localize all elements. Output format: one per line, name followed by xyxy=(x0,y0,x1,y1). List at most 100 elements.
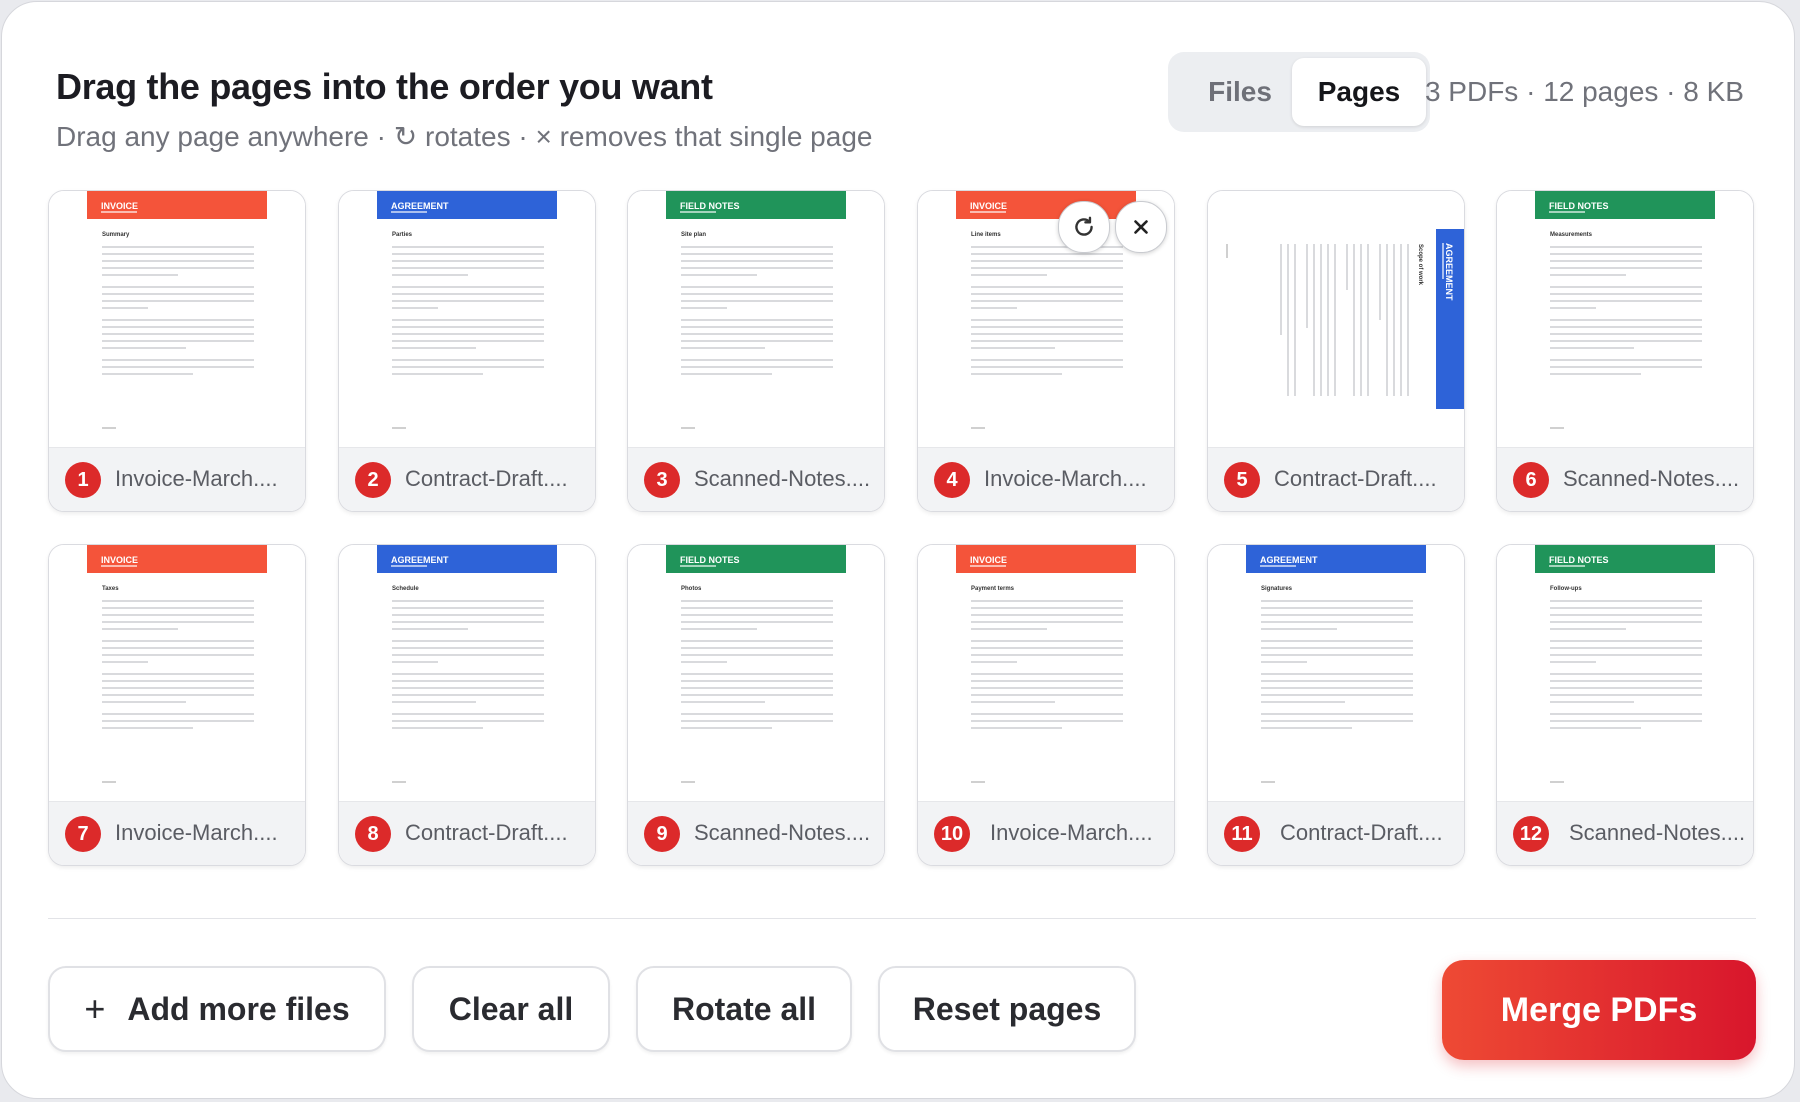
page-card[interactable]: FIELD NOTES Measurements 6 Scanned-Notes...… xyxy=(1496,190,1754,512)
doc-text-line xyxy=(681,673,833,675)
doc-type-label: FIELD NOTES xyxy=(1549,555,1609,565)
page-number-badge: 12 xyxy=(1513,816,1549,852)
page-card[interactable]: FIELD NOTES Follow-ups 12 Scanned-Notes.... xyxy=(1496,544,1754,866)
doc-text-line xyxy=(681,253,833,255)
doc-text-line xyxy=(102,347,186,349)
doc-text-line xyxy=(971,680,1123,682)
doc-text-line xyxy=(681,621,833,623)
doc-text-line xyxy=(1261,694,1413,696)
doc-text-line xyxy=(971,673,1123,675)
page-card[interactable]: FIELD NOTES Photos 9 Scanned-Notes.... xyxy=(627,544,885,866)
doc-text-line xyxy=(392,694,544,696)
merge-pdfs-button[interactable]: Merge PDFs xyxy=(1442,960,1756,1060)
doc-text-line xyxy=(392,326,544,328)
file-summary: 3 PDFs · 12 pages · 8 KB xyxy=(1424,76,1744,107)
doc-text-line xyxy=(681,694,833,696)
doc-text-lines xyxy=(971,600,1123,734)
tab-files[interactable]: Files xyxy=(1182,58,1298,126)
doc-text-line xyxy=(392,300,544,302)
page-card[interactable]: AGREEMENT Schedule 8 Contract-Draft.... xyxy=(338,544,596,866)
page-card[interactable]: AGREEMENT Signatures 11 Contract-Draft.... xyxy=(1207,544,1465,866)
doc-text-line xyxy=(392,701,476,703)
doc-type-label: AGREEMENT xyxy=(391,201,449,211)
doc-text-line xyxy=(102,727,194,729)
doc-text-line xyxy=(971,286,1123,288)
doc-text-line xyxy=(1327,244,1329,396)
doc-text-line xyxy=(681,680,833,682)
doc-text-line xyxy=(392,713,544,715)
doc-type-label: AGREEMENT xyxy=(1260,555,1318,565)
doc-text-lines xyxy=(681,600,833,734)
page-thumbnail: AGREEMENT Signatures xyxy=(1208,545,1464,801)
source-file-name: Invoice-March.... xyxy=(984,466,1147,491)
doc-text-line xyxy=(392,727,484,729)
page-card-footer: 10 Invoice-March.... xyxy=(918,801,1174,865)
add-more-files-button[interactable]: + Add more files xyxy=(48,966,386,1052)
reset-pages-button[interactable]: Reset pages xyxy=(878,966,1136,1052)
doc-text-line xyxy=(1261,654,1413,656)
tab-pages[interactable]: Pages xyxy=(1292,58,1426,126)
doc-type-label: AGREEMENT xyxy=(1444,243,1454,301)
page-card[interactable]: FIELD NOTES Site plan 3 Scanned-Notes.... xyxy=(627,190,885,512)
doc-header-band: FIELD NOTES xyxy=(1535,191,1715,219)
page-card-footer: 6 Scanned-Notes.... xyxy=(1497,447,1753,511)
doc-type-label: FIELD NOTES xyxy=(1549,201,1609,211)
clear-all-button[interactable]: Clear all xyxy=(412,966,610,1052)
doc-text-line xyxy=(1550,607,1702,609)
doc-text-line xyxy=(971,661,1017,663)
doc-page-footer xyxy=(681,781,695,783)
doc-text-line xyxy=(1550,680,1702,682)
doc-text-line xyxy=(971,260,1123,262)
doc-text-line xyxy=(1550,713,1702,715)
doc-text-lines xyxy=(102,246,254,380)
doc-type-label: FIELD NOTES xyxy=(680,201,740,211)
doc-text-line xyxy=(392,654,544,656)
doc-text-line xyxy=(102,621,254,623)
rotate-page-button[interactable] xyxy=(1058,201,1110,253)
doc-text-line xyxy=(102,720,254,722)
page-card[interactable]: INVOICE Summary 1 Invoice-March.... xyxy=(48,190,306,512)
doc-text-line xyxy=(971,687,1123,689)
doc-section-title: Taxes xyxy=(102,586,119,592)
doc-text-line xyxy=(1261,687,1413,689)
doc-type-label: INVOICE xyxy=(101,201,139,211)
doc-text-line xyxy=(1261,720,1413,722)
doc-text-line xyxy=(392,319,544,321)
doc-text-line xyxy=(971,373,1063,375)
page-preview: FIELD NOTES Site plan xyxy=(628,191,884,447)
doc-text-line xyxy=(681,267,833,269)
doc-text-line xyxy=(102,694,254,696)
page-number-badge: 6 xyxy=(1513,462,1549,498)
source-file-name: Contract-Draft.... xyxy=(405,466,568,491)
page-thumbnail: FIELD NOTES Photos xyxy=(628,545,884,801)
doc-text-line xyxy=(971,347,1055,349)
source-file-name: Invoice-March.... xyxy=(115,820,278,845)
page-card[interactable]: INVOICE Taxes 7 Invoice-March.... xyxy=(48,544,306,866)
page-card[interactable]: AGREEMENT Parties 2 Contract-Draft.... xyxy=(338,190,596,512)
page-card[interactable]: INVOICE Line items 4 Invoice-March.... xyxy=(917,190,1175,512)
doc-text-line xyxy=(392,274,468,276)
rotate-all-button[interactable]: Rotate all xyxy=(636,966,852,1052)
page-number-badge: 2 xyxy=(355,462,391,498)
doc-text-line xyxy=(681,628,757,630)
page-card[interactable]: AGREEMENT Scope of work 5 Contract-Draft...… xyxy=(1207,190,1465,512)
doc-text-lines xyxy=(1261,600,1413,734)
doc-header-band: FIELD NOTES xyxy=(666,191,846,219)
doc-text-line xyxy=(681,720,833,722)
doc-text-line xyxy=(971,614,1123,616)
doc-text-line xyxy=(1550,307,1596,309)
doc-text-line xyxy=(102,654,254,656)
source-file-name: Contract-Draft.... xyxy=(1280,820,1443,845)
doc-text-line xyxy=(392,720,544,722)
doc-text-line xyxy=(1261,621,1413,623)
doc-text-lines xyxy=(971,246,1123,380)
doc-type-label: AGREEMENT xyxy=(391,555,449,565)
doc-text-line xyxy=(1550,267,1702,269)
page-card[interactable]: INVOICE Payment terms 10 Invoice-March.... xyxy=(917,544,1175,866)
doc-subline xyxy=(970,565,1006,567)
doc-text-line xyxy=(971,300,1123,302)
doc-text-line xyxy=(102,333,254,335)
remove-page-button[interactable] xyxy=(1115,201,1167,253)
doc-text-line xyxy=(1550,286,1702,288)
doc-text-line xyxy=(1367,244,1369,396)
